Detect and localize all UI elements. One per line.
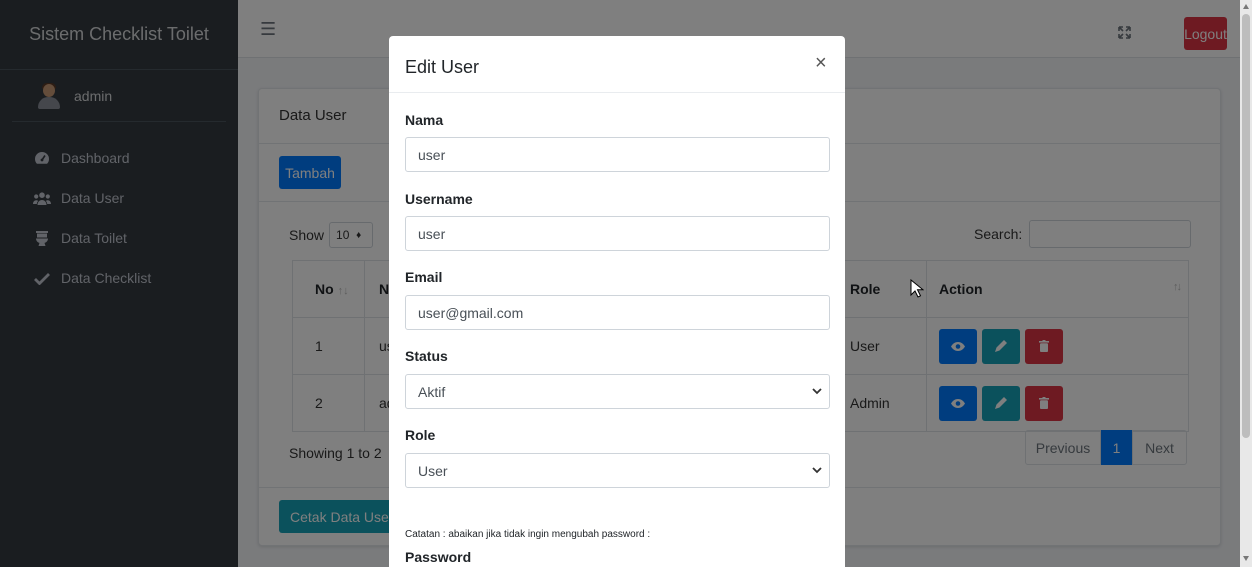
chevron-down-icon	[812, 388, 822, 395]
edit-user-modal: Edit User × Nama user Username user Emai…	[389, 36, 845, 567]
scroll-up-arrow-icon[interactable]	[1243, 4, 1249, 9]
username-label: Username	[405, 191, 473, 207]
role-label: Role	[405, 427, 436, 443]
close-icon[interactable]: ×	[815, 53, 827, 73]
modal-header: Edit User ×	[389, 36, 845, 93]
nama-input[interactable]: user	[405, 137, 830, 172]
role-select-value: User	[418, 462, 448, 479]
nama-label: Nama	[405, 112, 444, 128]
scroll-thumb[interactable]	[1242, 14, 1250, 438]
password-note: Catatan : abaikan jika tidak ingin mengu…	[405, 529, 651, 540]
modal-title: Edit User	[405, 57, 480, 77]
status-label: Status	[405, 348, 448, 364]
mouse-cursor-icon	[910, 279, 924, 298]
chevron-down-icon	[812, 467, 822, 474]
password-label: Password	[405, 549, 472, 565]
email-input[interactable]: user@gmail.com	[405, 295, 830, 330]
username-input[interactable]: user	[405, 216, 830, 251]
status-select-value: Aktif	[418, 383, 446, 400]
email-label: Email	[405, 269, 443, 285]
page-scrollbar[interactable]	[1240, 0, 1252, 567]
role-select[interactable]: User	[405, 453, 830, 488]
scroll-down-arrow-icon[interactable]	[1243, 556, 1249, 561]
status-select[interactable]: Aktif	[405, 374, 830, 409]
